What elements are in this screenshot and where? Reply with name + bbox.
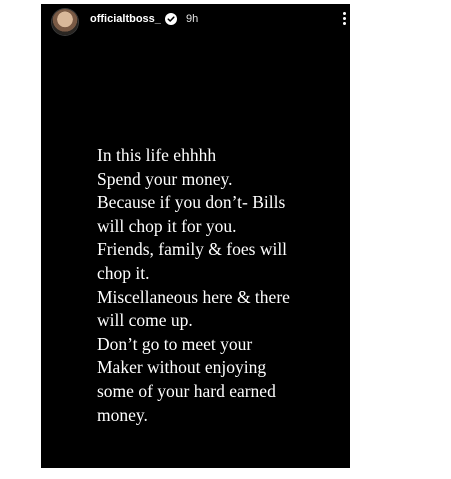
story-text-line: Friends, family & foes will: [97, 239, 288, 260]
story-text-line: will come up.: [97, 310, 193, 331]
story-text-line: Spend your money.: [97, 168, 233, 189]
story-text-line: money.: [97, 404, 148, 425]
more-options-icon[interactable]: [340, 12, 348, 28]
username[interactable]: officialtboss_: [90, 13, 161, 25]
story-text: In this life ehhhh Spend your money. Bec…: [97, 144, 347, 427]
verified-badge-icon: [165, 13, 177, 25]
story-text-line: Maker without enjoying: [97, 357, 267, 378]
profile-avatar[interactable]: [52, 9, 78, 35]
story-text-line: Don’t go to meet your: [97, 333, 253, 354]
story-text-line: Miscellaneous here & there: [97, 286, 290, 307]
story-viewer[interactable]: officialtboss_ 9h In this life ehhhh Spe…: [41, 4, 350, 468]
story-text-line: some of your hard earned: [97, 380, 276, 401]
story-text-line: In this life ehhhh: [97, 145, 217, 165]
story-header: officialtboss_ 9h: [41, 4, 350, 38]
story-text-line: will chop it for you.: [97, 215, 237, 236]
story-text-line: Because if you don’t- Bills: [97, 192, 286, 213]
story-text-line: chop it.: [97, 262, 150, 283]
post-time: 9h: [186, 13, 199, 25]
